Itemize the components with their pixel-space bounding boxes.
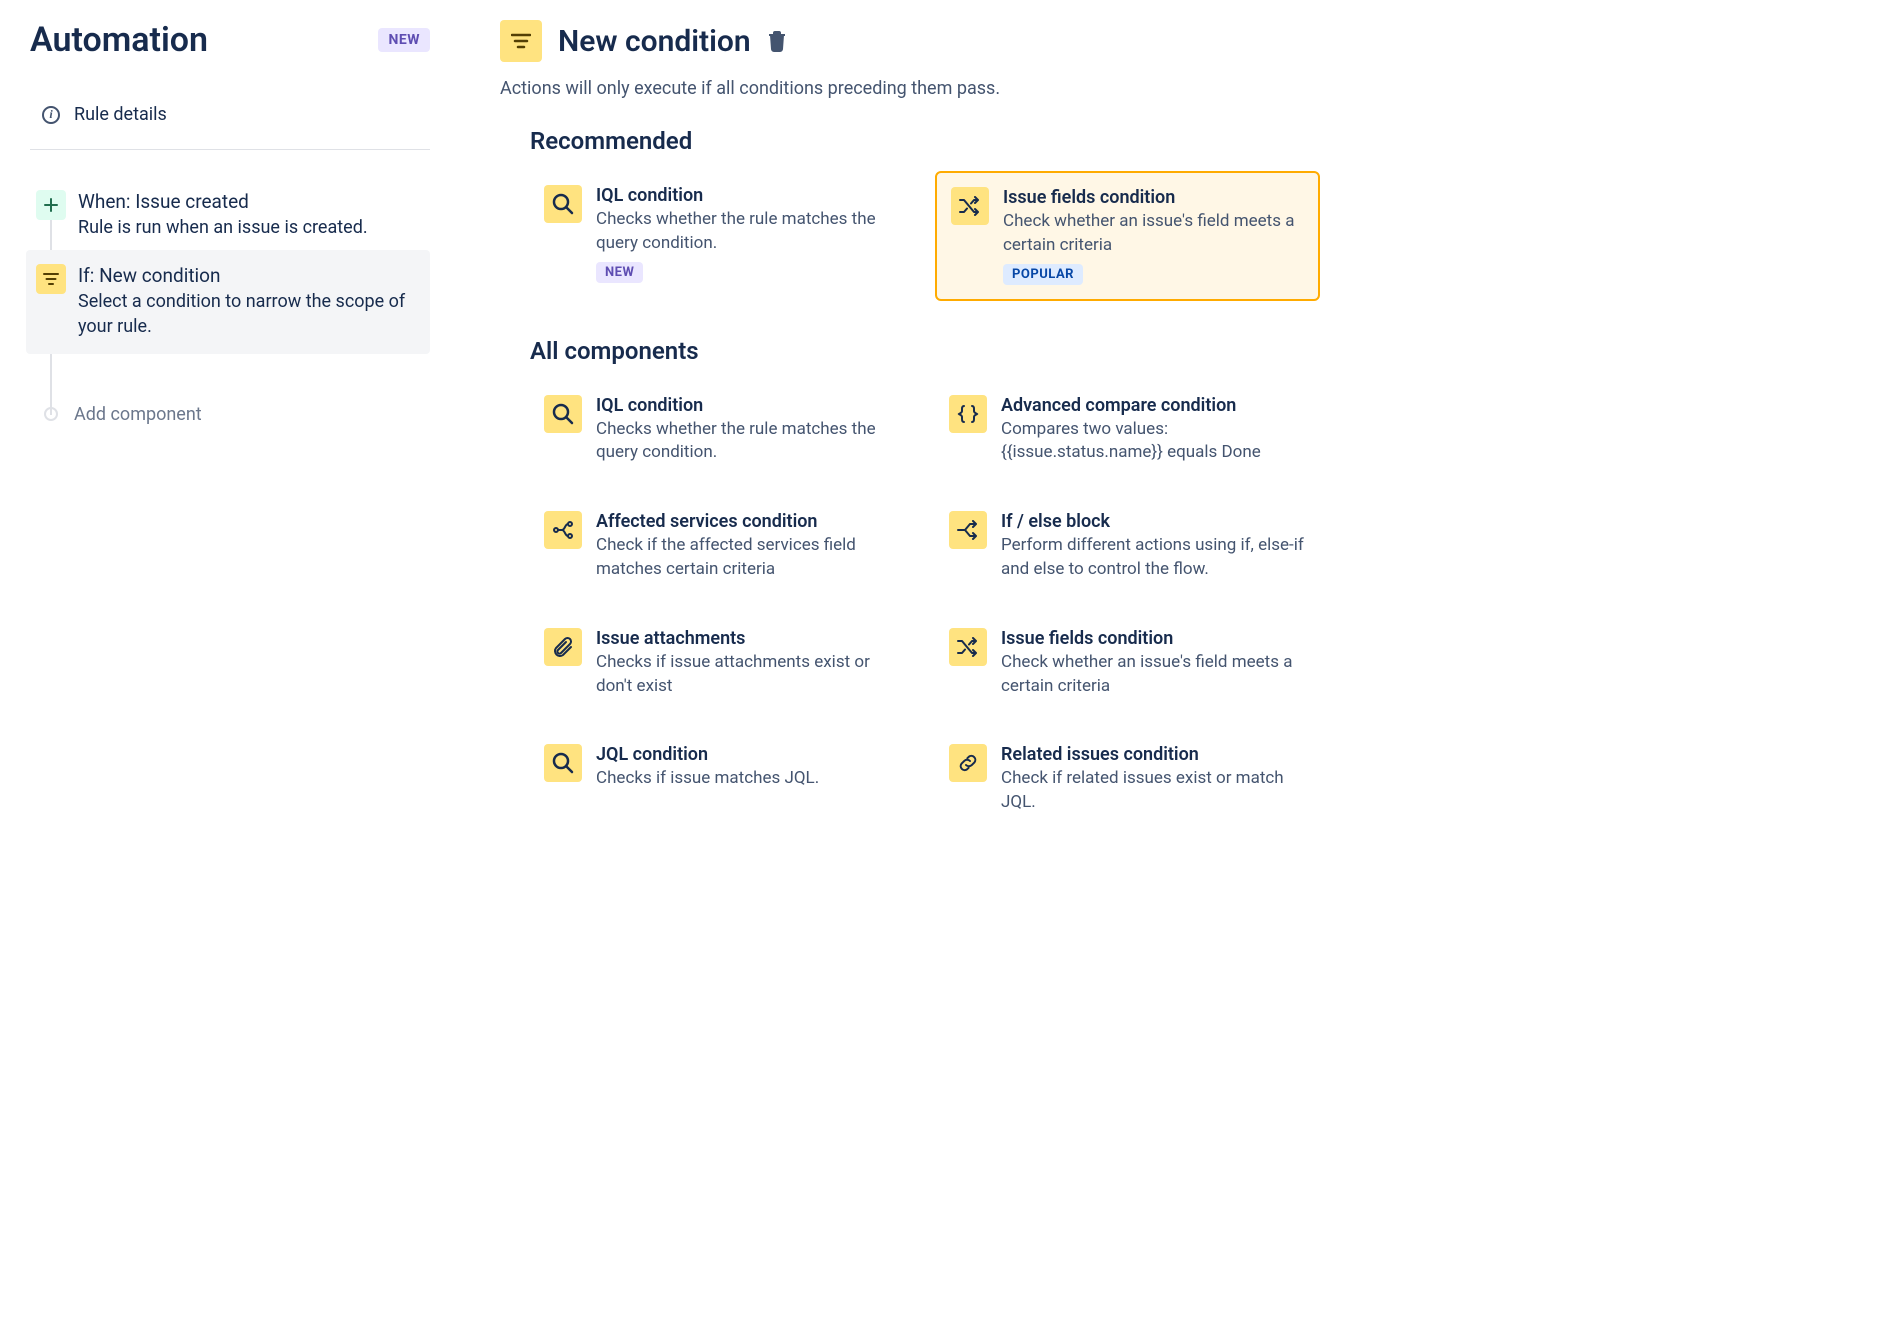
card-desc: Perform different actions using if, else… [1001,534,1306,582]
attachment-icon [544,628,582,666]
card-desc: Checks if issue matches JQL. [596,767,901,791]
condition-card-jql[interactable]: JQL condition Checks if issue matches JQ… [530,730,915,829]
condition-card-issue-fields[interactable]: Issue fields condition Check whether an … [935,171,1320,301]
card-title: Issue fields condition [1003,187,1304,208]
add-component-label: Add component [74,404,202,425]
plus-icon [36,190,66,220]
timeline-step-condition[interactable]: If: New condition Select a condition to … [26,250,430,353]
step-title: When: Issue created [78,190,368,213]
condition-card-advanced-compare[interactable]: Advanced compare condition Compares two … [935,381,1320,480]
search-icon [544,185,582,223]
filter-icon [500,20,542,62]
condition-card-if-else[interactable]: If / else block Perform different action… [935,497,1320,596]
delete-button[interactable] [767,30,787,52]
card-desc: Check if related issues exist or match J… [1001,767,1306,815]
step-desc: Select a condition to narrow the scope o… [78,289,416,339]
rule-timeline: When: Issue created Rule is run when an … [30,180,430,425]
card-title: Issue fields condition [1001,628,1306,649]
step-title: If: New condition [78,264,416,287]
main-panel: New condition Actions will only execute … [500,20,1320,865]
split-icon [949,511,987,549]
card-title: If / else block [1001,511,1306,532]
card-title: Advanced compare condition [1001,395,1306,416]
branch-icon [544,511,582,549]
page-title-row: Automation NEW [30,20,430,60]
card-title: Affected services condition [596,511,901,532]
shuffle-icon [949,628,987,666]
main-title: New condition [558,24,751,59]
card-title: IQL condition [596,395,901,416]
main-subtitle: Actions will only execute if all conditi… [500,78,1320,99]
info-icon: i [42,106,60,124]
condition-card-related-issues[interactable]: Related issues condition Check if relate… [935,730,1320,829]
shuffle-icon [951,187,989,225]
sidebar: Automation NEW i Rule details When: Issu… [30,20,430,865]
card-desc: Checks if issue attachments exist or don… [596,651,901,699]
card-title: JQL condition [596,744,901,765]
card-desc: Check whether an issue's field meets a c… [1001,651,1306,699]
card-desc: Compares two values: {{issue.status.name… [1001,418,1306,466]
new-badge: NEW [596,262,643,283]
condition-card-iql[interactable]: IQL condition Checks whether the rule ma… [530,381,915,480]
condition-card-issue-fields[interactable]: Issue fields condition Check whether an … [935,614,1320,713]
condition-card-attachments[interactable]: Issue attachments Checks if issue attach… [530,614,915,713]
braces-icon [949,395,987,433]
recommended-grid: IQL condition Checks whether the rule ma… [530,171,1320,301]
card-title: Issue attachments [596,628,901,649]
add-component-button[interactable]: Add component [30,404,430,425]
rule-details-label: Rule details [74,104,167,125]
main-header: New condition [500,20,1320,62]
card-desc: Checks whether the rule matches the quer… [596,418,901,466]
link-icon [949,744,987,782]
all-components-heading: All components [530,337,1320,365]
popular-badge: POPULAR [1003,264,1083,285]
filter-icon [36,264,66,294]
card-desc: Check whether an issue's field meets a c… [1003,210,1304,258]
condition-card-iql[interactable]: IQL condition Checks whether the rule ma… [530,171,915,301]
all-components-grid: IQL condition Checks whether the rule ma… [530,381,1320,829]
page-title: Automation [30,20,366,60]
recommended-heading: Recommended [530,127,1320,155]
card-title: IQL condition [596,185,901,206]
condition-card-affected-services[interactable]: Affected services condition Check if the… [530,497,915,596]
rule-details-button[interactable]: i Rule details [30,80,430,150]
card-title: Related issues condition [1001,744,1306,765]
card-desc: Check if the affected services field mat… [596,534,901,582]
search-icon [544,395,582,433]
search-icon [544,744,582,782]
card-desc: Checks whether the rule matches the quer… [596,208,901,256]
step-desc: Rule is run when an issue is created. [78,215,368,240]
timeline-step-trigger[interactable]: When: Issue created Rule is run when an … [30,180,430,250]
new-badge: NEW [378,28,430,52]
